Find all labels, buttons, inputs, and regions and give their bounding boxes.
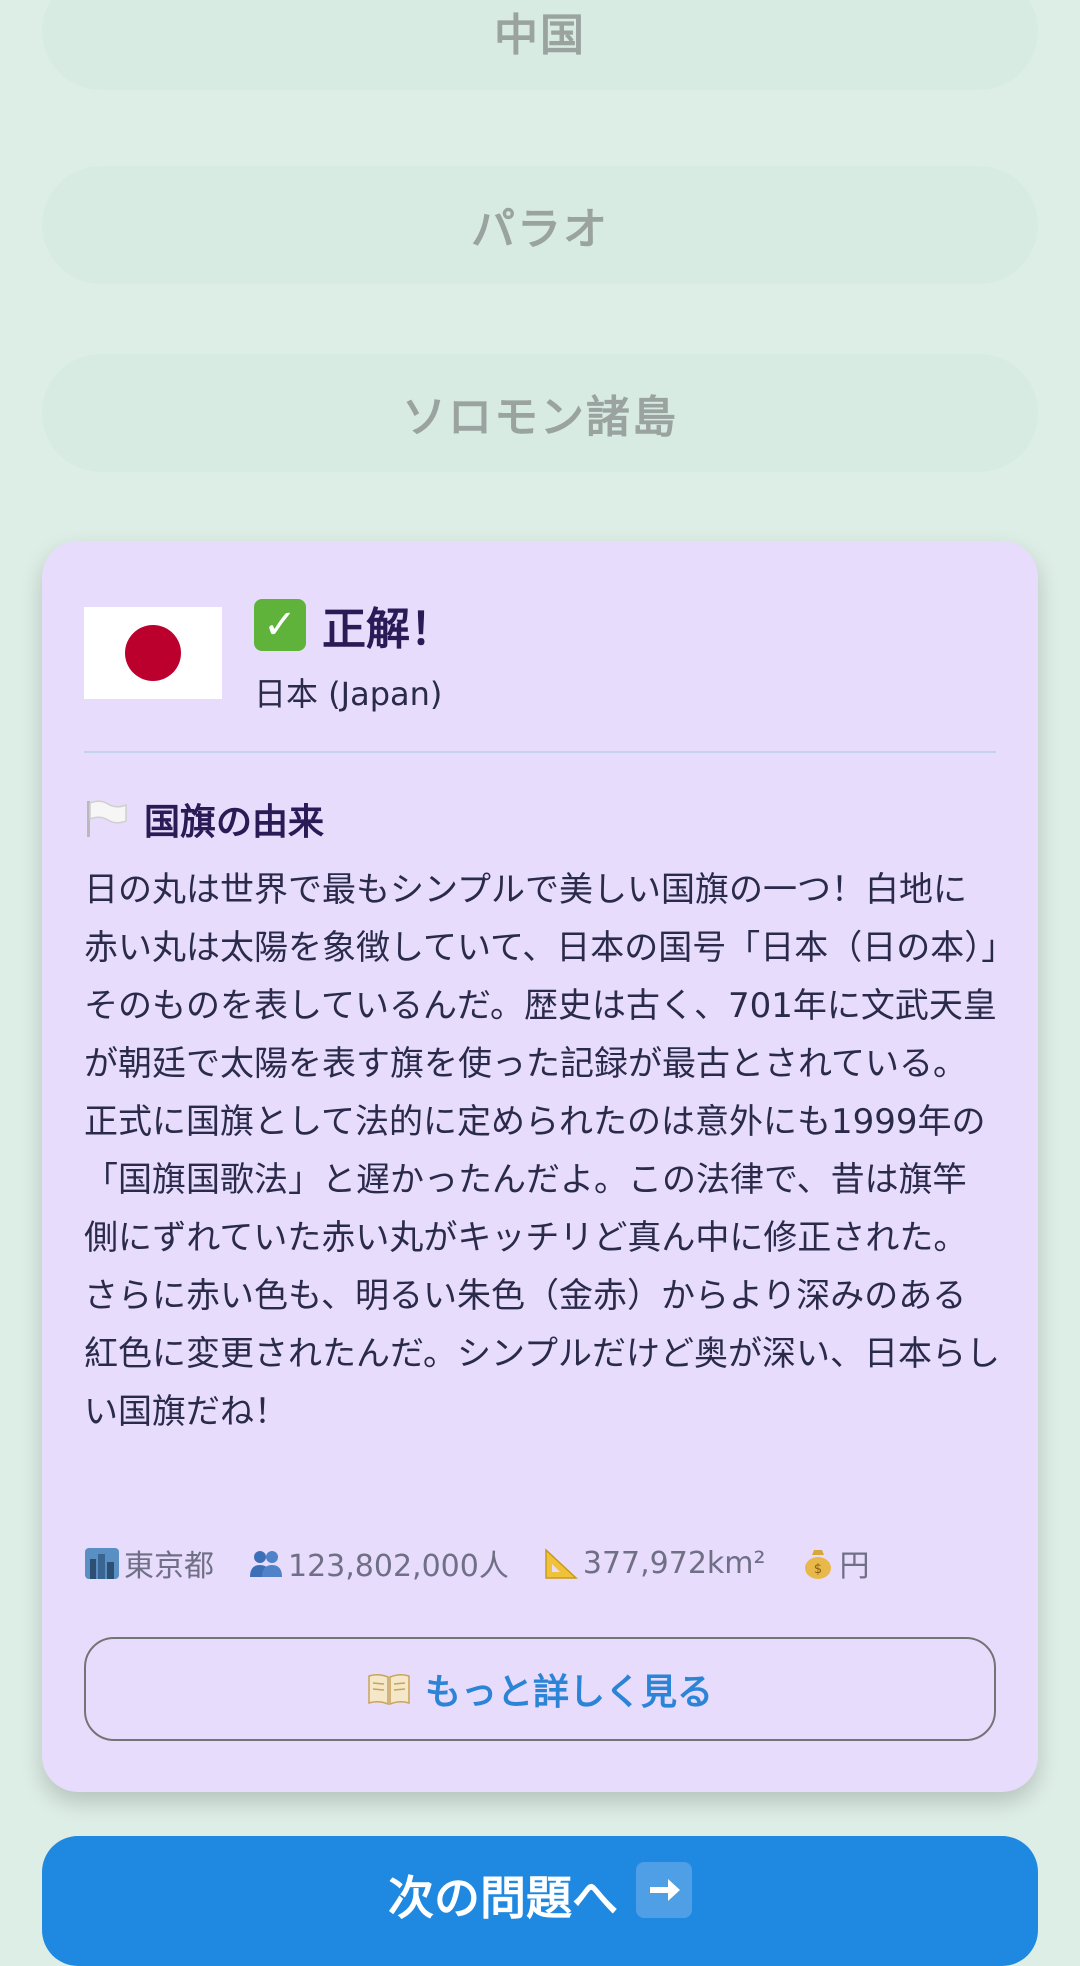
country-name: 日本 (Japan) <box>254 675 443 713</box>
result-header: ✓ 正解！ <box>254 593 454 657</box>
result-card: ✓ 正解！ 日本 (Japan) 国旗の由来 日の丸は世界で最もシンプルで美しい… <box>42 541 1038 1792</box>
more-details-label: もっと詳しく見る <box>424 1672 713 1713</box>
right-arrow-icon <box>636 1862 692 1918</box>
section-header: 国旗の由来 <box>84 793 324 845</box>
white-flag-icon <box>87 800 127 837</box>
next-question-label: 次の問題へ <box>388 1871 618 1925</box>
result-title: 正解！ <box>322 604 454 655</box>
stat-population-value: 123,802,000人 <box>288 1549 509 1584</box>
stat-currency: $ 円 <box>800 1541 870 1585</box>
open-book-icon <box>368 1673 410 1706</box>
country-flag <box>84 607 222 699</box>
next-question-button[interactable]: 次の問題へ <box>42 1836 1038 1966</box>
answer-option-solomon-islands[interactable]: ソロモン諸島 <box>42 354 1038 472</box>
cityscape-icon <box>85 1548 119 1579</box>
more-details-button[interactable]: もっと詳しく見る <box>84 1637 996 1741</box>
stat-currency-value: 円 <box>839 1549 870 1584</box>
answer-option-palau[interactable]: パラオ <box>42 166 1038 284</box>
stat-area: 377,972km² <box>543 1545 766 1581</box>
check-mark-icon: ✓ <box>254 599 306 651</box>
answer-option-china[interactable]: 中国 <box>42 0 1038 90</box>
people-icon <box>250 1551 282 1577</box>
triangle-ruler-icon <box>545 1548 578 1579</box>
flag-origin-description: 日の丸は世界で最もシンプルで美しい国旗の一つ！白地に赤い丸は太陽を象徴していて、… <box>84 870 1000 1432</box>
answer-option-label: 中国 <box>494 10 586 61</box>
svg-text:$: $ <box>813 1562 821 1577</box>
stat-population: 123,802,000人 <box>248 1541 509 1585</box>
stat-capital: 東京都 <box>84 1541 214 1585</box>
money-bag-icon: $ <box>804 1550 831 1579</box>
section-title: 国旗の由来 <box>144 802 325 843</box>
answer-option-label: パラオ <box>471 204 609 255</box>
answer-option-label: ソロモン諸島 <box>402 392 678 443</box>
country-stats: 東京都 123,802,000人 377,972km² $ 円 <box>84 1541 904 1585</box>
stat-capital-value: 東京都 <box>124 1549 214 1584</box>
divider <box>84 751 996 753</box>
stat-area-value: 377,972km² <box>582 1545 766 1581</box>
flag-sun-disc <box>125 625 181 681</box>
